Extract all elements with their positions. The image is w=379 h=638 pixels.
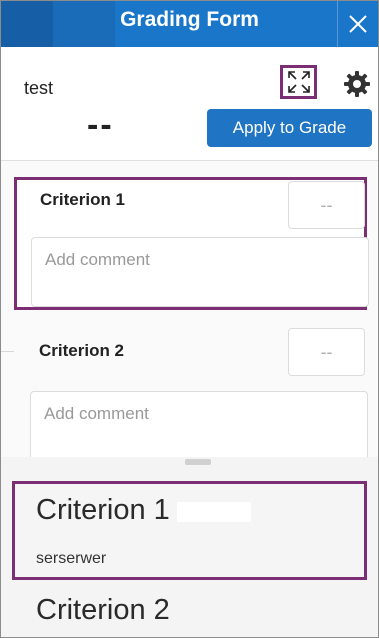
- overall-score-section: test -- Apply to Grade: [1, 48, 378, 161]
- summary-panel: Criterion 1 serserwer Criterion 2: [1, 457, 378, 637]
- summary-criterion-text: serserwer: [36, 550, 107, 567]
- criterion-title: Criterion 1: [40, 190, 126, 209]
- resize-handle[interactable]: [185, 459, 211, 465]
- criterion-title: Criterion 2: [39, 341, 125, 360]
- redacted-patch: [142, 194, 187, 208]
- criterion-card: Criterion 1 -- Add comment: [14, 177, 369, 310]
- comment-field[interactable]: Add comment: [31, 237, 369, 307]
- apply-to-grade-button[interactable]: Apply to Grade: [207, 109, 372, 147]
- overall-score-value: --: [87, 106, 114, 144]
- summary-card: Criterion 1 serserwer: [12, 481, 367, 580]
- grading-form-panel: Grading Form test -- Apply to Grade Crit…: [0, 0, 379, 638]
- expand-icon: [287, 71, 310, 93]
- comment-field[interactable]: Add comment: [30, 391, 368, 461]
- gear-icon: [344, 71, 370, 97]
- panel-header: Grading Form: [1, 1, 378, 47]
- expand-button[interactable]: [280, 65, 317, 99]
- rubric-name: test: [24, 78, 54, 98]
- redacted-patch: [177, 502, 251, 522]
- settings-button[interactable]: [343, 70, 371, 98]
- close-icon: [349, 15, 367, 33]
- criterion-score-input[interactable]: --: [288, 328, 365, 376]
- close-button[interactable]: [337, 1, 378, 47]
- summary-criterion-title: Criterion 1: [36, 494, 170, 526]
- criterion-score-input[interactable]: --: [288, 181, 365, 229]
- divider: [1, 351, 14, 352]
- panel-title: Grading Form: [120, 8, 259, 31]
- criteria-list[interactable]: Criterion 1 -- Add comment Criterion 2 -…: [1, 161, 378, 461]
- summary-criterion-title: Criterion 2: [36, 594, 170, 626]
